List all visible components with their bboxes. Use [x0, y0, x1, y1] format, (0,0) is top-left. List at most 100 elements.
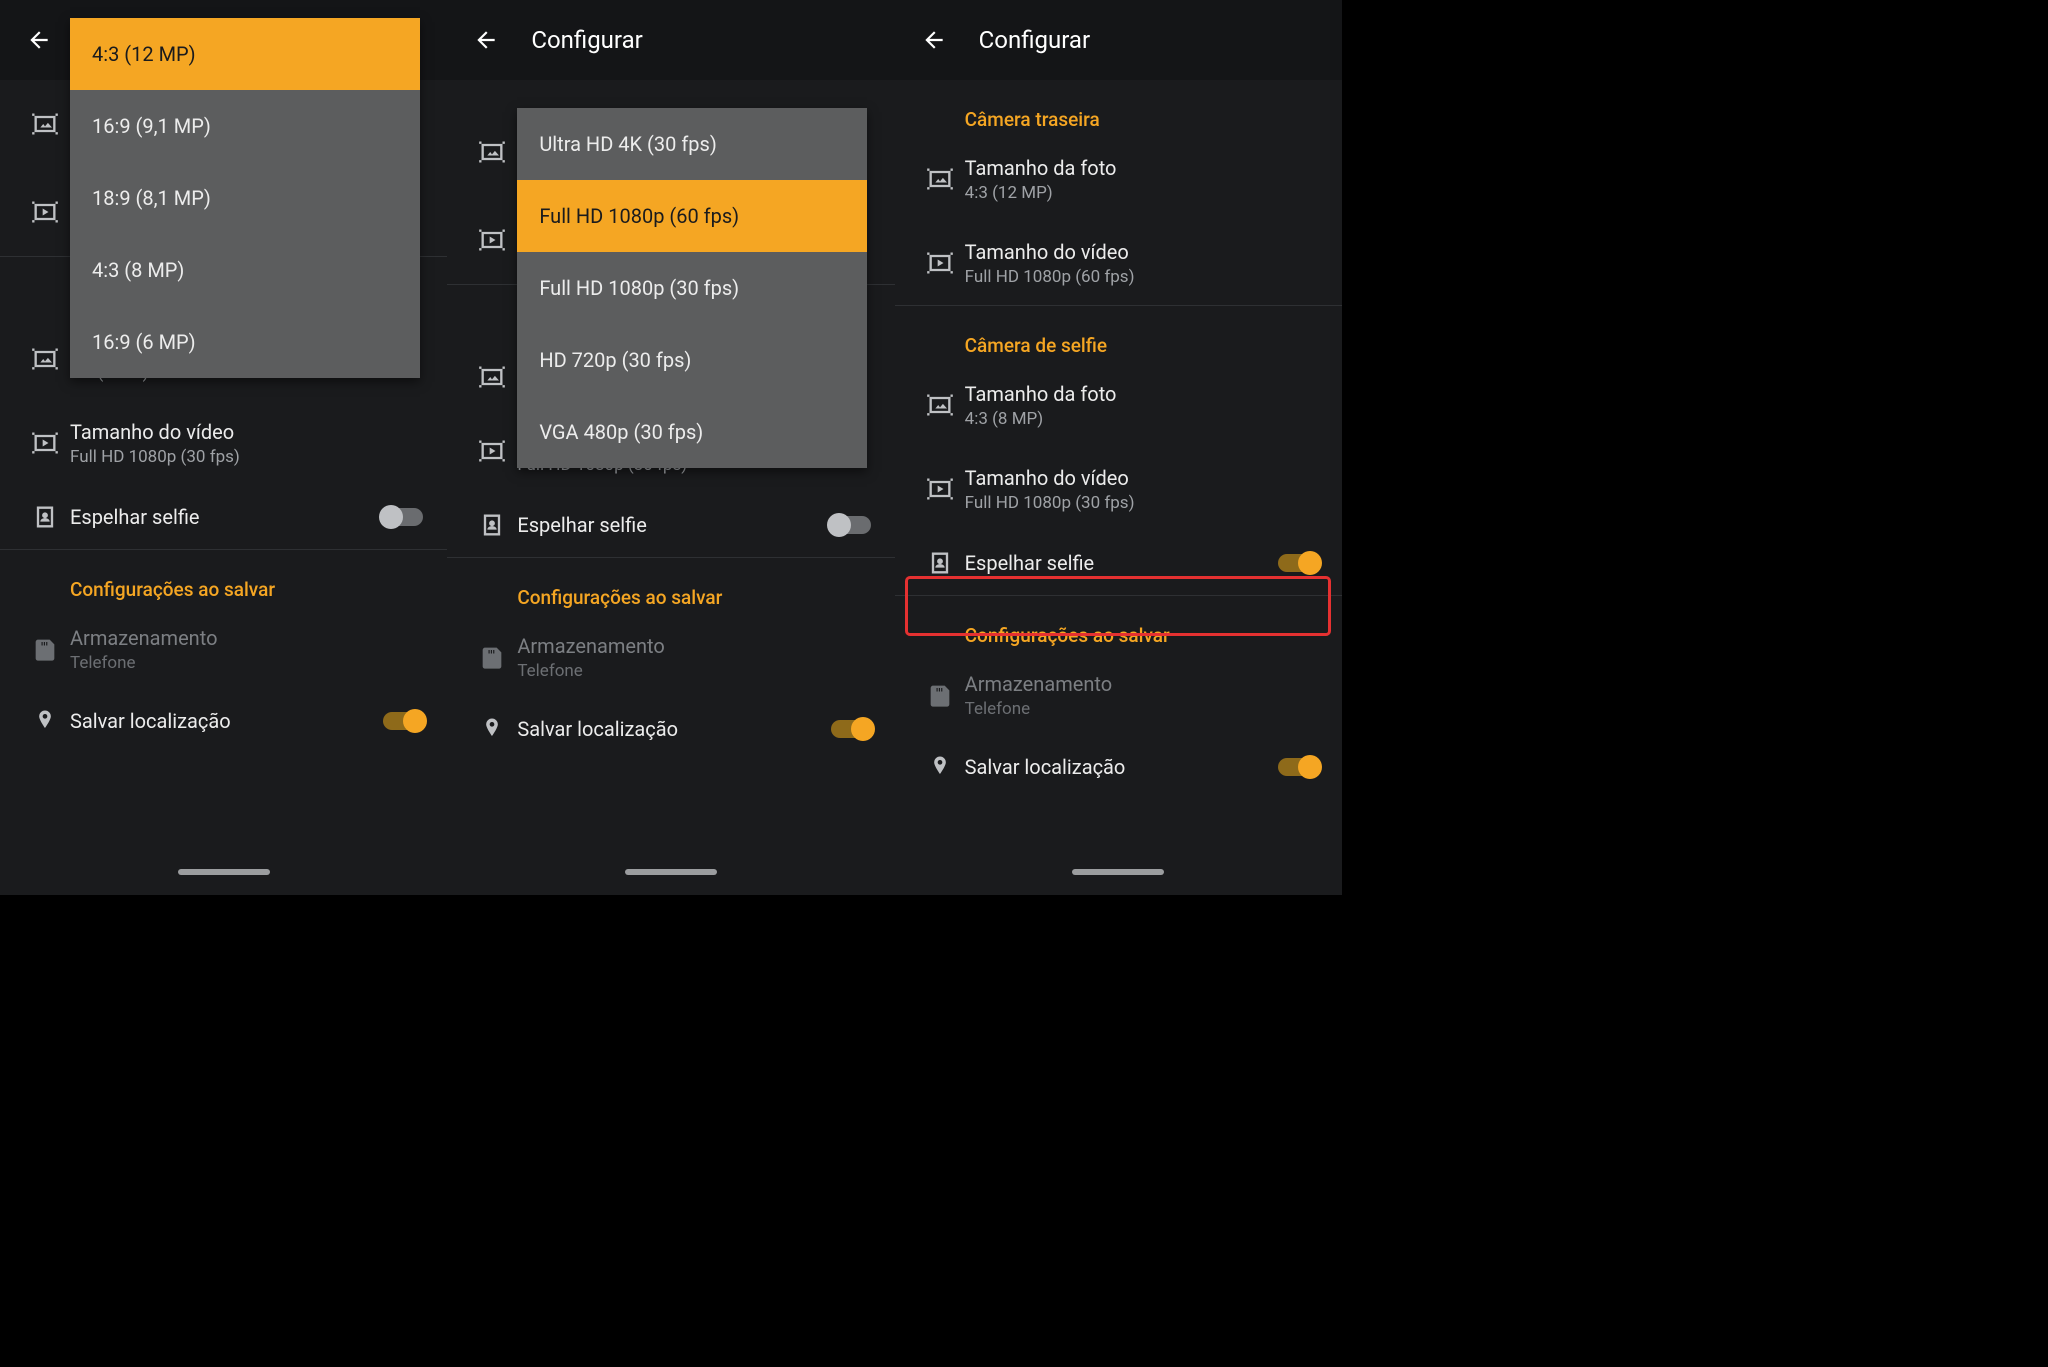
sd-card-icon [926, 681, 954, 709]
video-size-menu: Ultra HD 4K (30 fps) Full HD 1080p (60 f… [517, 108, 867, 468]
nav-bar [0, 855, 447, 889]
selfie-photo-label: Tamanho da foto [965, 381, 1322, 407]
setting-row-mirror-selfie[interactable]: Espelhar selfie [0, 485, 447, 549]
nav-handle[interactable] [625, 869, 717, 875]
setting-row-mirror-selfie[interactable]: Espelhar selfie [895, 531, 1342, 595]
storage-value: Telefone [517, 661, 874, 681]
settings-panel-1: Tamanho da foto 4:3 (8 MP) Tamanho do ví… [0, 0, 447, 895]
selfie-photo-value: 4:3 (8 MP) [965, 409, 1322, 429]
page-title: Configurar [531, 26, 642, 54]
back-button[interactable] [465, 19, 507, 61]
selfie-video-label: Tamanho do vídeo [965, 465, 1322, 491]
setting-row-rear-photo[interactable]: Tamanho da foto 4:3 (12 MP) [895, 137, 1342, 221]
setting-row-location[interactable]: Salvar localização [0, 691, 447, 735]
sd-card-icon [31, 635, 59, 663]
photo-size-option[interactable]: 16:9 (9,1 MP) [70, 90, 420, 162]
mirror-selfie-toggle[interactable] [1274, 549, 1322, 577]
video-size-option[interactable]: VGA 480p (30 fps) [517, 396, 867, 468]
photo-icon [926, 391, 954, 419]
mirror-selfie-label: Espelhar selfie [517, 512, 826, 538]
back-button[interactable] [18, 19, 60, 61]
setting-row-location[interactable]: Salvar localização [447, 699, 894, 743]
storage-label: Armazenamento [965, 671, 1322, 697]
section-header-save: Configurações ao salvar [0, 550, 447, 607]
rear-video-value: Full HD 1080p (60 fps) [965, 267, 1322, 287]
location-icon [31, 707, 59, 735]
photo-size-menu: 4:3 (12 MP) 16:9 (9,1 MP) 18:9 (8,1 MP) … [70, 18, 420, 378]
arrow-back-icon [26, 27, 52, 53]
video-icon [926, 249, 954, 277]
settings-panel-3: Configurar Câmera traseira Tamanho da fo… [895, 0, 1342, 895]
location-toggle[interactable] [379, 707, 427, 735]
arrow-back-icon [921, 27, 947, 53]
video-icon [31, 198, 59, 226]
back-button[interactable] [913, 19, 955, 61]
selfie-video-value: Full HD 1080p (30 fps) [965, 493, 1322, 513]
location-toggle[interactable] [827, 715, 875, 743]
photo-icon [31, 110, 59, 138]
photo-size-option[interactable]: 4:3 (8 MP) [70, 234, 420, 306]
video-icon [478, 226, 506, 254]
video-size-option[interactable]: Full HD 1080p (60 fps) [517, 180, 867, 252]
section-header-selfie: Câmera de selfie [895, 306, 1342, 363]
nav-handle[interactable] [1072, 869, 1164, 875]
setting-row-rear-video[interactable]: Tamanho do vídeo Full HD 1080p (60 fps) [895, 221, 1342, 305]
photo-icon [926, 165, 954, 193]
section-header-rear: Câmera traseira [895, 80, 1342, 137]
location-toggle[interactable] [1274, 753, 1322, 781]
setting-row-storage[interactable]: Armazenamento Telefone [447, 615, 894, 699]
photo-icon [478, 363, 506, 391]
topbar: Configurar [895, 0, 1342, 80]
video-icon [926, 475, 954, 503]
selfie-video-label: Tamanho do vídeo [70, 419, 427, 445]
rear-photo-label: Tamanho da foto [965, 155, 1322, 181]
nav-bar [447, 855, 894, 889]
setting-row-mirror-selfie[interactable]: Espelhar selfie [447, 493, 894, 557]
section-header-save: Configurações ao salvar [447, 558, 894, 615]
location-label: Salvar localização [70, 708, 379, 734]
portrait-icon [926, 549, 954, 577]
mirror-selfie-toggle[interactable] [827, 511, 875, 539]
setting-row-storage[interactable]: Armazenamento Telefone [895, 653, 1342, 737]
mirror-selfie-label: Espelhar selfie [965, 550, 1274, 576]
photo-icon [31, 345, 59, 373]
setting-row-selfie-video[interactable]: Tamanho do vídeo Full HD 1080p (30 fps) [0, 401, 447, 485]
photo-size-option[interactable]: 4:3 (12 MP) [70, 18, 420, 90]
page-title: Configurar [979, 26, 1090, 54]
mirror-selfie-toggle[interactable] [379, 503, 427, 531]
settings-content: Câmera traseira Tamanho da foto 4:3 (12 … [895, 80, 1342, 781]
setting-row-selfie-video[interactable]: Tamanho do vídeo Full HD 1080p (30 fps) [895, 447, 1342, 531]
topbar: Configurar [447, 0, 894, 80]
setting-row-selfie-photo[interactable]: Tamanho da foto 4:3 (8 MP) [895, 363, 1342, 447]
portrait-icon [31, 503, 59, 531]
location-icon [478, 715, 506, 743]
section-header-save: Configurações ao salvar [895, 596, 1342, 653]
setting-row-location[interactable]: Salvar localização [895, 737, 1342, 781]
rear-video-label: Tamanho do vídeo [965, 239, 1322, 265]
video-icon [31, 429, 59, 457]
location-label: Salvar localização [965, 754, 1274, 780]
portrait-icon [478, 511, 506, 539]
location-label: Salvar localização [517, 716, 826, 742]
sd-card-icon [478, 643, 506, 671]
setting-row-storage[interactable]: Armazenamento Telefone [0, 607, 447, 691]
storage-label: Armazenamento [517, 633, 874, 659]
storage-label: Armazenamento [70, 625, 427, 651]
settings-panel-2: Configurar 4:3 (8 MP) [447, 0, 894, 895]
rear-photo-value: 4:3 (12 MP) [965, 183, 1322, 203]
nav-handle[interactable] [178, 869, 270, 875]
video-size-option[interactable]: Full HD 1080p (30 fps) [517, 252, 867, 324]
nav-bar [895, 855, 1342, 889]
video-size-option[interactable]: HD 720p (30 fps) [517, 324, 867, 396]
storage-value: Telefone [965, 699, 1322, 719]
photo-size-option[interactable]: 18:9 (8,1 MP) [70, 162, 420, 234]
photo-size-option[interactable]: 16:9 (6 MP) [70, 306, 420, 378]
arrow-back-icon [473, 27, 499, 53]
selfie-video-value: Full HD 1080p (30 fps) [70, 447, 427, 467]
video-size-option[interactable]: Ultra HD 4K (30 fps) [517, 108, 867, 180]
mirror-selfie-label: Espelhar selfie [70, 504, 379, 530]
photo-icon [478, 138, 506, 166]
storage-value: Telefone [70, 653, 427, 673]
video-icon [478, 437, 506, 465]
location-icon [926, 753, 954, 781]
